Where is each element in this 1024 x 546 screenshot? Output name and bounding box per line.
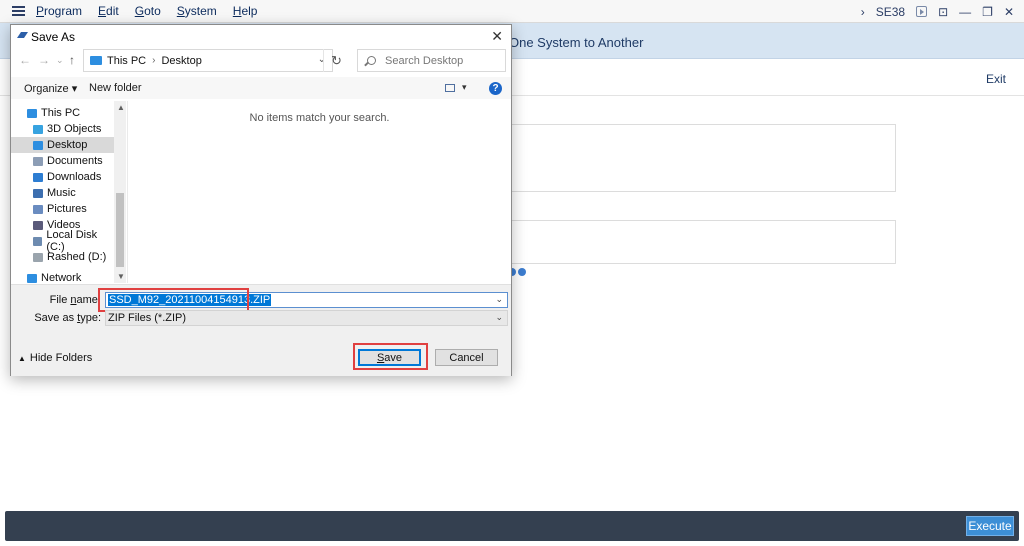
play-icon[interactable] [916,6,928,17]
restore-icon[interactable]: ❐ [982,5,993,19]
nav-item-music[interactable]: Music [11,185,114,201]
close-icon[interactable]: ✕ [491,28,503,45]
save-button[interactable]: Save [358,349,421,366]
address-row: ← → ⌄ ↑ This PC › Desktop ⌄ ↻ Search Des… [11,49,511,73]
menu-system[interactable]: System [177,4,217,18]
nav-item-downloads[interactable]: Downloads [11,169,114,185]
music-icon [33,188,43,198]
download-icon [33,172,43,182]
save-type-label: Save as type: [34,312,101,324]
file-list-pane[interactable]: No items match your search. [127,101,511,283]
file-name-label: File name: [49,294,101,306]
address-bar[interactable]: This PC › Desktop ⌄ [83,49,333,72]
network-icon [27,273,37,283]
forward-arrow-icon[interactable]: → [38,53,50,67]
hide-folders-label: Hide Folders [29,352,93,364]
hamburger-menu-icon[interactable] [0,0,36,23]
sap-panel-upper [508,124,896,192]
minimize-icon[interactable]: — [959,5,971,19]
exit-button[interactable]: Exit [986,72,1006,86]
scroll-up-icon[interactable]: ▲ [117,103,125,112]
search-icon [367,56,376,65]
sap-logo-icon [17,32,28,38]
file-name-value: SSD_M92_20211004154913.ZIP [108,294,272,306]
transaction-code: SE38 [875,4,906,19]
sap-page-title: One System to Another [509,35,644,50]
menu-help[interactable]: Help [233,4,258,18]
save-type-select[interactable]: ZIP Files (*.ZIP) ⌄ [105,310,508,326]
breadcrumb-this-pc[interactable]: This PC [107,55,146,67]
desktop-icon [33,140,43,150]
search-placeholder: Search Desktop [385,54,464,67]
cancel-button[interactable]: Cancel [435,349,498,366]
new-folder-button[interactable]: New folder [89,82,142,94]
nav-item-this-pc[interactable]: This PC [11,105,114,121]
loading-dot [518,268,526,276]
view-options-icon[interactable] [445,84,455,92]
nav-item-pictures[interactable]: Pictures [11,201,114,217]
view-dropdown-icon[interactable]: ▾ [462,82,467,93]
up-arrow-icon[interactable]: ↑ [69,53,75,67]
nav-item-3d-objects[interactable]: 3D Objects [11,121,114,137]
computer-icon [90,56,102,65]
refresh-button[interactable]: ↻ [323,49,349,72]
recent-dropdown-icon[interactable]: ⌄ [56,55,64,66]
sap-footer-bar: Execute [5,511,1019,541]
nav-item-local-disk-c[interactable]: Local Disk (C:) [11,229,114,253]
drive-icon [33,236,43,246]
nav-item-label: Network [41,272,82,284]
breadcrumb-separator-icon: › [152,55,156,66]
sap-panel-lower [508,220,896,264]
nav-item-label: Documents [47,155,103,167]
organize-button[interactable]: Organize ▾ [24,82,77,95]
back-arrow-icon[interactable]: ← [19,53,31,67]
sap-menu-bar: Program Edit Goto System Help › SE38 ⊡ —… [0,0,1024,23]
nav-item-label: Pictures [47,203,87,215]
breadcrumb-desktop[interactable]: Desktop [161,55,201,67]
nav-item-label: Desktop [47,139,88,151]
execute-button[interactable]: Execute [966,516,1014,536]
scroll-down-icon[interactable]: ▼ [117,272,125,281]
file-name-dropdown-icon[interactable]: ⌄ [495,294,503,305]
nav-item-documents[interactable]: Documents [11,153,114,169]
nav-item-rashed-d[interactable]: Rashed (D:) [11,249,114,265]
save-type-dropdown-icon[interactable]: ⌄ [495,312,503,323]
menu-program[interactable]: Program [36,4,82,18]
video-icon [33,220,43,230]
nav-item-label: Rashed (D:) [47,251,107,263]
scrollbar-thumb[interactable] [116,193,124,267]
lock-icon[interactable]: ⊡ [938,5,948,19]
nav-item-label: 3D Objects [47,123,102,135]
search-input[interactable]: Search Desktop [357,49,506,72]
hide-folders-button[interactable]: ▲ Hide Folders [18,352,92,364]
document-icon [33,156,43,166]
refresh-icon: ↻ [331,52,342,68]
nav-item-label: Music [47,187,76,199]
save-as-dialog: Save As ✕ ← → ⌄ ↑ This PC › Desktop ⌄ ↻ … [10,24,512,376]
close-window-icon[interactable]: ✕ [1004,5,1014,19]
nav-item-label: Downloads [47,171,102,183]
dialog-title: Save As [31,30,76,44]
chevron-up-icon: ▲ [18,353,26,363]
command-bar: Organize ▾ New folder ▾ ? [11,77,511,99]
file-name-field[interactable]: SSD_M92_20211004154913.ZIP ⌄ [105,292,508,308]
nav-item-desktop[interactable]: Desktop [11,137,114,153]
navigation-pane: This PC 3D Objects Desktop Documents Downloa… [11,101,127,284]
menu-edit[interactable]: Edit [98,4,119,18]
drive-icon [33,252,43,262]
help-icon[interactable]: ? [489,82,502,95]
computer-icon [27,108,37,118]
dialog-bottom-area: File name: SSD_M92_20211004154913.ZIP ⌄ … [11,284,511,376]
save-type-value: ZIP Files (*.ZIP) [108,312,187,324]
chevron-right-icon[interactable]: › [861,5,865,19]
menu-goto[interactable]: Goto [135,4,161,18]
empty-message: No items match your search. [249,112,390,124]
dialog-title-bar: Save As ✕ [11,25,511,47]
cube-icon [33,124,43,134]
nav-scrollbar[interactable]: ▲ ▼ [114,101,126,283]
nav-item-label: This PC [41,107,81,119]
picture-icon [33,204,43,214]
